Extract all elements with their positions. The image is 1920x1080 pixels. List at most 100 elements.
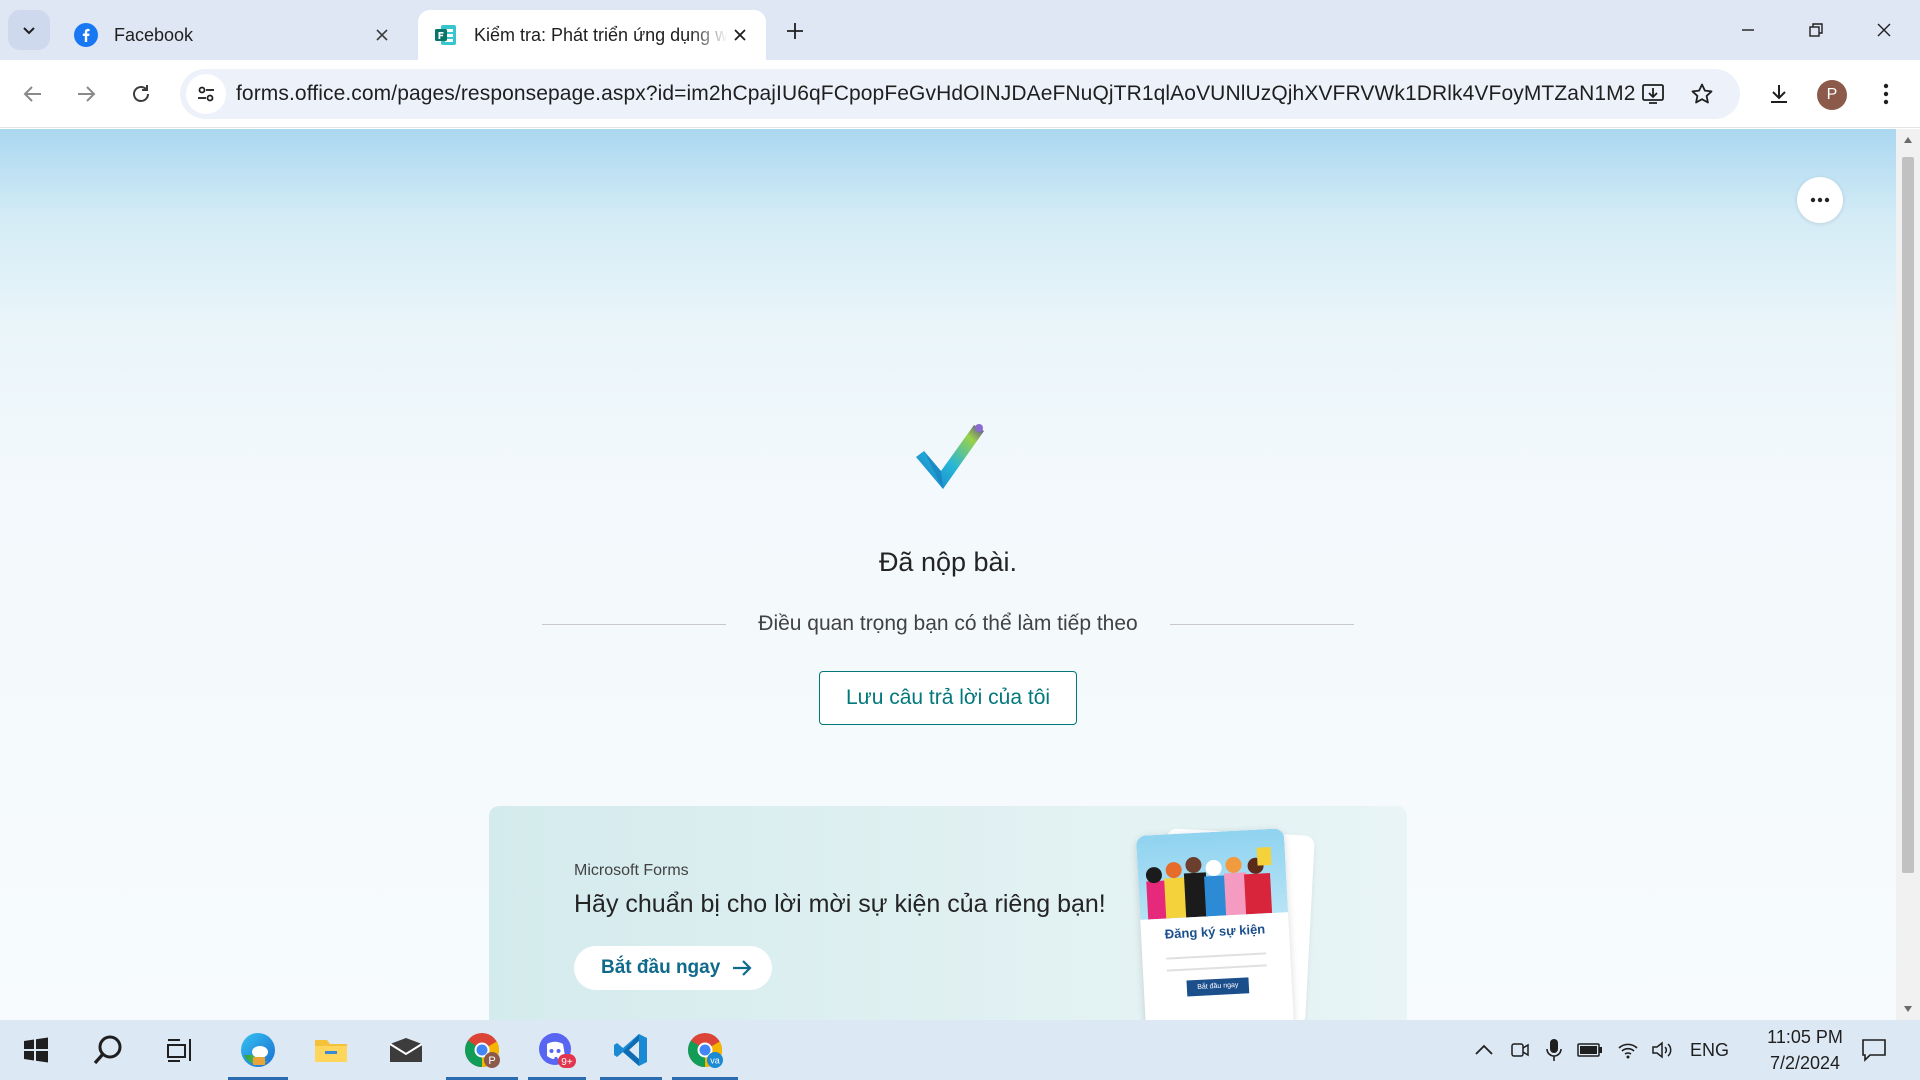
edge-app[interactable] [228, 1020, 288, 1080]
save-response-button[interactable]: Lưu câu trả lời của tôi [819, 671, 1077, 725]
scroll-up-icon[interactable] [1901, 133, 1915, 147]
vscode-icon [614, 1034, 647, 1066]
clock-date: 7/2/2024 [1769, 1053, 1841, 1073]
profile-avatar[interactable]: P [1817, 80, 1847, 110]
clock-time: 11:05 PM [1767, 1027, 1843, 1047]
scroll-thumb[interactable] [1902, 157, 1914, 873]
file-explorer-app[interactable] [303, 1020, 359, 1080]
windows-start-icon [24, 1037, 48, 1063]
chevron-down-icon [23, 27, 35, 35]
tune-icon [198, 86, 214, 102]
chrome-icon: P [465, 1033, 500, 1068]
tab-search-button[interactable] [8, 10, 50, 50]
star-icon [1691, 83, 1713, 104]
chrome-app-profile-va[interactable]: va [672, 1020, 738, 1080]
plus-icon [787, 23, 803, 39]
scroll-down-icon[interactable] [1901, 1002, 1915, 1016]
promo-banner: Microsoft Forms Hãy chuẩn bị cho lời mời… [489, 806, 1407, 1020]
battery-icon[interactable] [1576, 1036, 1604, 1064]
discord-app[interactable]: 9+ [528, 1020, 586, 1080]
divider-line [1169, 623, 1354, 625]
site-info-button[interactable] [186, 74, 226, 114]
address-bar[interactable]: forms.office.com/pages/responsepage.aspx… [180, 69, 1740, 119]
tab-facebook[interactable]: Facebook [58, 10, 408, 60]
forward-button[interactable] [66, 74, 106, 114]
system-clock[interactable]: 11:05 PM 7/2/2024 [1750, 1024, 1860, 1076]
promo-title: Hãy chuẩn bị cho lời mời sự kiện của riê… [574, 890, 1106, 918]
downloads-button[interactable] [1759, 74, 1799, 114]
microsoft-forms-icon [435, 25, 456, 45]
promo-brand: Microsoft Forms [574, 862, 689, 879]
kebab-menu-icon [1883, 83, 1889, 105]
back-button[interactable] [13, 74, 53, 114]
mail-icon [389, 1038, 423, 1062]
volume-icon[interactable] [1648, 1036, 1676, 1064]
vscode-app[interactable] [600, 1020, 662, 1080]
tab-strip: Facebook Kiểm tra: Phát triển ứng dụng w [0, 0, 1920, 60]
checkmark-icon [916, 424, 984, 489]
meet-now-icon[interactable] [1506, 1036, 1534, 1064]
folder-icon [315, 1040, 347, 1062]
get-started-button[interactable]: Bắt đầu ngay [574, 946, 772, 990]
submission-heading: Đã nộp bài. [878, 547, 1018, 577]
close-window-button[interactable] [1858, 10, 1910, 50]
start-button[interactable] [8, 1020, 64, 1080]
next-steps-text: Điều quan trọng bạn có thể làm tiếp theo [758, 612, 1138, 635]
minimize-button[interactable] [1722, 10, 1774, 50]
task-view-button[interactable] [152, 1020, 208, 1080]
card-text-lines [1166, 952, 1267, 972]
close-tab-icon[interactable] [370, 23, 394, 47]
card-button: Bắt đầu ngay [1186, 977, 1250, 997]
chevron-up-icon [1475, 1044, 1493, 1055]
minimize-icon [1742, 29, 1754, 31]
discord-icon: 9+ [539, 1033, 576, 1068]
url-text[interactable]: forms.office.com/pages/responsepage.aspx… [236, 82, 1636, 106]
edge-icon [241, 1033, 275, 1067]
get-started-label: Bắt đầu ngay [601, 957, 721, 978]
close-tab-icon[interactable] [728, 23, 752, 47]
input-language[interactable]: ENG [1690, 1040, 1729, 1061]
tab-title: Facebook [114, 24, 194, 45]
arrow-right-icon [733, 960, 752, 976]
restore-icon [1809, 23, 1823, 37]
divider-line [542, 623, 727, 625]
chrome-badge-p: P [488, 1055, 495, 1067]
people-illustration [1135, 828, 1289, 920]
show-hidden-icons-button[interactable] [1470, 1036, 1498, 1064]
chrome-app-profile-p[interactable]: P [446, 1020, 518, 1080]
bookmark-button[interactable] [1682, 74, 1722, 114]
close-icon [1877, 23, 1891, 37]
promo-card-illustration: Đăng ký sự kiện Bắt đầu ngay [1135, 828, 1295, 1020]
page-content: Đã nộp bài. Điều quan trọng bạn có thể l… [0, 129, 1896, 1020]
notification-icon [1862, 1039, 1886, 1062]
task-view-icon [167, 1039, 191, 1062]
tab-forms[interactable]: Kiểm tra: Phát triển ứng dụng w [418, 10, 766, 60]
browser-toolbar: forms.office.com/pages/responsepage.aspx… [0, 60, 1920, 128]
facebook-icon [74, 23, 98, 47]
reload-button[interactable] [121, 74, 161, 114]
microphone-icon[interactable] [1540, 1036, 1568, 1064]
reload-icon [133, 85, 149, 102]
windows-taskbar: P 9+ va ENG 11:05 PM 7/2/2024 [0, 1020, 1920, 1080]
next-steps-divider: Điều quan trọng bạn có thể làm tiếp theo [542, 609, 1354, 639]
search-button[interactable] [80, 1020, 136, 1080]
install-app-button[interactable] [1633, 74, 1673, 114]
discord-badge: 9+ [561, 1057, 573, 1068]
install-icon [1642, 84, 1664, 104]
more-options-button[interactable] [1797, 177, 1843, 223]
chrome-badge-va: va [710, 1056, 720, 1066]
chrome-icon: va [688, 1033, 723, 1068]
menu-button[interactable] [1866, 74, 1906, 114]
notification-center-button[interactable] [1856, 1034, 1892, 1066]
arrow-left-icon [23, 86, 41, 102]
search-icon [93, 1035, 122, 1065]
new-tab-button[interactable] [780, 16, 810, 46]
arrow-right-icon [78, 86, 96, 102]
tab-title: Kiểm tra: Phát triển ứng dụng w [474, 24, 728, 45]
page-scrollbar[interactable] [1896, 129, 1920, 1020]
card-title: Đăng ký sự kiện [1164, 921, 1266, 942]
more-horizontal-icon [1810, 197, 1830, 203]
wifi-icon[interactable] [1614, 1036, 1642, 1064]
restore-button[interactable] [1790, 10, 1842, 50]
mail-app[interactable] [378, 1020, 434, 1080]
